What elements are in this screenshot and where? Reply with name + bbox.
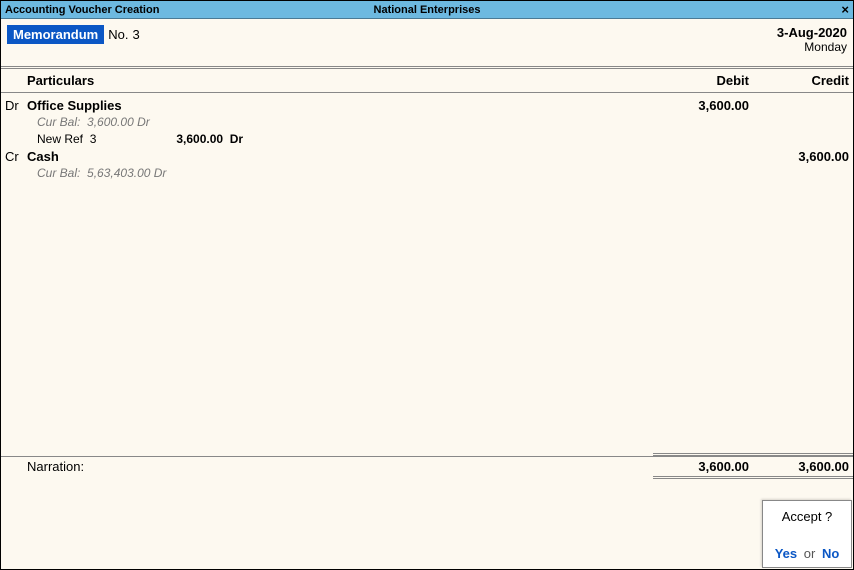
voucher-date[interactable]: 3-Aug-2020 bbox=[777, 25, 847, 40]
entries-area[interactable]: Dr Office Supplies 3,600.00 Cur Bal: 3,6… bbox=[1, 93, 853, 453]
title-bar: Accounting Voucher Creation National Ent… bbox=[1, 1, 853, 19]
accept-question: Accept ? bbox=[769, 509, 845, 524]
entry-row[interactable]: Dr Office Supplies 3,600.00 bbox=[5, 97, 849, 114]
yes-button[interactable]: Yes bbox=[775, 546, 797, 561]
ledger-name[interactable]: Cash bbox=[27, 148, 649, 165]
ref-type[interactable]: New Ref bbox=[37, 132, 83, 146]
drcr-indicator[interactable]: Cr bbox=[5, 148, 27, 165]
ref-value[interactable]: 3 bbox=[90, 132, 97, 146]
narration-input[interactable] bbox=[1, 479, 853, 487]
ref-drcr[interactable]: Dr bbox=[230, 132, 243, 146]
voucher-type-area: Memorandum No. 3 bbox=[7, 25, 140, 44]
or-separator: or bbox=[801, 546, 819, 561]
column-headers: Particulars Debit Credit bbox=[1, 69, 853, 93]
cur-bal-label: Cur Bal: bbox=[37, 115, 80, 129]
col-header-debit: Debit bbox=[649, 73, 749, 88]
drcr-indicator[interactable]: Dr bbox=[5, 97, 27, 114]
voucher-no-label: No. bbox=[108, 27, 128, 42]
cur-bal-value: 3,600.00 Dr bbox=[87, 115, 150, 129]
credit-amount[interactable]: 3,600.00 bbox=[749, 148, 849, 165]
totals-row: Narration: 3,600.00 3,600.00 bbox=[1, 456, 853, 476]
debit-amount bbox=[649, 148, 749, 165]
total-debit: 3,600.00 bbox=[649, 459, 749, 474]
ledger-name[interactable]: Office Supplies bbox=[27, 97, 649, 114]
narration-label: Narration: bbox=[27, 459, 84, 474]
accept-dialog: Accept ? Yes or No bbox=[762, 500, 852, 568]
company-name: National Enterprises bbox=[374, 4, 481, 16]
cur-bal-value: 5,63,403.00 Dr bbox=[87, 166, 166, 180]
ref-amount[interactable]: 3,600.00 bbox=[176, 132, 223, 146]
window-title: Accounting Voucher Creation bbox=[1, 4, 159, 16]
col-header-particulars: Particulars bbox=[27, 73, 649, 88]
voucher-no-value[interactable]: 3 bbox=[132, 27, 139, 42]
ref-row[interactable]: New Ref 3 3,600.00 Dr bbox=[5, 131, 849, 148]
accept-actions: Yes or No bbox=[769, 546, 845, 561]
cur-bal-label: Cur Bal: bbox=[37, 166, 80, 180]
credit-amount bbox=[749, 97, 849, 114]
col-header-credit: Credit bbox=[749, 73, 849, 88]
cur-bal-row: Cur Bal: 3,600.00 Dr bbox=[5, 114, 849, 131]
cur-bal-row: Cur Bal: 5,63,403.00 Dr bbox=[5, 165, 849, 182]
voucher-header: Memorandum No. 3 3-Aug-2020 Monday bbox=[1, 19, 853, 58]
debit-amount[interactable]: 3,600.00 bbox=[649, 97, 749, 114]
date-area: 3-Aug-2020 Monday bbox=[777, 25, 847, 54]
voucher-day: Monday bbox=[777, 40, 847, 54]
close-icon[interactable]: × bbox=[841, 2, 849, 17]
no-button[interactable]: No bbox=[822, 546, 839, 561]
entry-row[interactable]: Cr Cash 3,600.00 bbox=[5, 148, 849, 165]
total-credit: 3,600.00 bbox=[749, 459, 849, 474]
voucher-type[interactable]: Memorandum bbox=[7, 25, 104, 44]
